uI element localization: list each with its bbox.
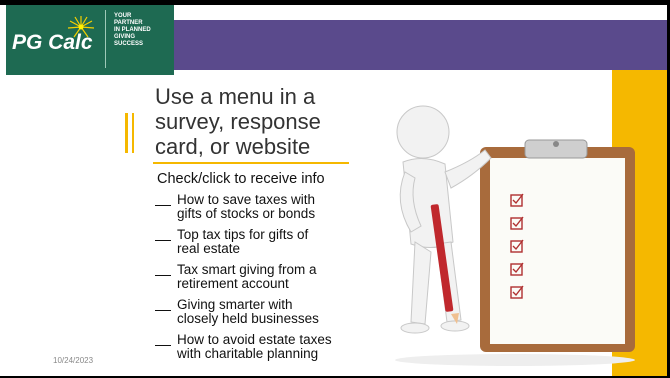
item-line: retirement account <box>177 276 289 291</box>
title-line: Use a menu in a <box>155 84 316 109</box>
item-line: with charitable planning <box>177 346 319 361</box>
item-line: closely held businesses <box>177 311 319 326</box>
blank-line <box>155 345 171 346</box>
logo-text: PG Calc <box>12 31 93 54</box>
blank-line <box>155 275 171 276</box>
title-underline <box>153 162 349 164</box>
list-item: Top tax tips for gifts of real estate <box>155 228 385 256</box>
blank-line <box>155 205 171 206</box>
list-item: How to save taxes with gifts of stocks o… <box>155 193 385 221</box>
item-line: Top tax tips for gifts of <box>177 227 309 242</box>
item-line: gifts of stocks or bonds <box>177 206 316 221</box>
logo-divider <box>105 10 106 68</box>
slide-frame: PG Calc YOUR PARTNER IN PLANNED GIVING S… <box>0 0 670 378</box>
list-item: Tax smart giving from a retirement accou… <box>155 263 385 291</box>
tagline-line: YOUR <box>114 13 132 19</box>
list-item: Giving smarter with closely held busines… <box>155 298 385 326</box>
tagline-line: GIVING <box>114 34 136 40</box>
item-line: How to save taxes with <box>177 192 316 207</box>
item-line: Tax smart giving from a <box>177 262 317 277</box>
figure-with-clipboard-illustration <box>395 105 635 366</box>
clip-hole <box>553 141 559 147</box>
yellow-accent-mark <box>125 113 128 153</box>
clipboard-paper <box>490 158 625 344</box>
list-item: How to avoid estate taxes with charitabl… <box>155 333 385 361</box>
blank-line <box>155 240 171 241</box>
logo-tagline: YOUR PARTNER IN PLANNED GIVING SUCCESS <box>114 13 174 48</box>
tagline-line: SUCCESS <box>114 41 144 47</box>
yellow-accent-mark <box>132 113 134 153</box>
item-line: real estate <box>177 241 241 256</box>
blank-line <box>155 310 171 311</box>
tagline-line: PARTNER <box>114 20 143 26</box>
checklist-items: How to save taxes with gifts of stocks o… <box>155 193 385 368</box>
floor-shadow <box>395 354 635 366</box>
item-line: How to avoid estate taxes <box>177 332 332 347</box>
title-line: survey, response <box>155 109 321 134</box>
slide-subtitle: Check/click to receive info <box>157 171 325 187</box>
item-line: Giving smarter with <box>177 297 293 312</box>
tagline-line: IN PLANNED <box>114 27 151 33</box>
title-line: card, or website <box>155 134 311 159</box>
slide-title: Use a menu in a survey, response card, o… <box>155 84 365 159</box>
slide-date: 10/24/2023 <box>53 356 94 365</box>
pgcalc-logo: PG Calc YOUR PARTNER IN PLANNED GIVING S… <box>6 5 174 75</box>
